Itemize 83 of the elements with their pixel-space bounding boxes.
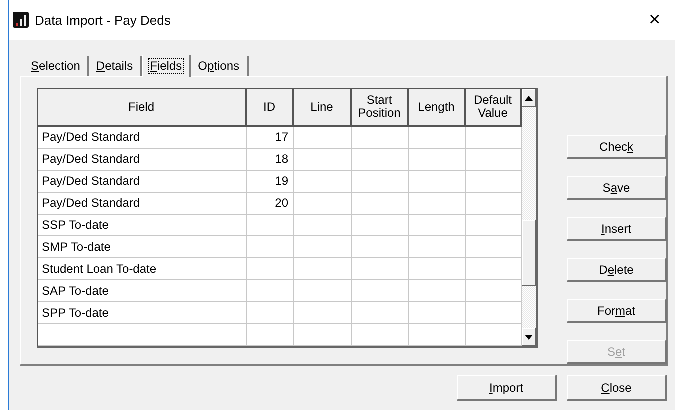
table-cell (351, 236, 408, 258)
table-cell (408, 280, 465, 302)
side-button[interactable]: Insert (567, 217, 667, 241)
table-cell (293, 236, 351, 258)
table-cell (351, 148, 408, 170)
table-cell (408, 324, 465, 346)
table-cell (246, 280, 293, 302)
tab[interactable]: Options (191, 56, 248, 76)
table-cell: 20 (246, 192, 293, 214)
up-arrow-icon (525, 96, 533, 100)
table-cell (351, 302, 408, 324)
column-header: Line (293, 89, 351, 126)
table-cell (465, 324, 521, 346)
table-cell (351, 214, 408, 236)
table-cell (351, 280, 408, 302)
table-cell (246, 258, 293, 280)
table-cell (408, 214, 465, 236)
tab[interactable]: Fields (142, 55, 192, 77)
scroll-up-button[interactable] (522, 89, 536, 107)
side-button[interactable]: Save (567, 176, 667, 200)
table-cell: 17 (246, 126, 293, 148)
table-cell (293, 280, 351, 302)
dialog-button[interactable]: Close (567, 375, 667, 401)
table-cell (408, 302, 465, 324)
table-cell (408, 192, 465, 214)
column-header: Default Value (465, 89, 521, 126)
table-cell: Pay/Ded Standard (38, 148, 246, 170)
table-cell (293, 214, 351, 236)
table-cell: 18 (246, 148, 293, 170)
table-cell (293, 302, 351, 324)
table-cell (465, 280, 521, 302)
column-header: ID (246, 89, 293, 126)
table-cell (293, 258, 351, 280)
table-cell (408, 258, 465, 280)
tab[interactable]: Selection (24, 56, 90, 76)
table-cell (465, 236, 521, 258)
side-button[interactable]: Delete (567, 258, 667, 282)
close-button[interactable]: × (635, 8, 675, 32)
table-cell (246, 236, 293, 258)
table-cell: SAP To-date (38, 280, 246, 302)
table-cell (293, 126, 351, 148)
table-cell: Student Loan To-date (38, 258, 246, 280)
window-title: Data Import - Pay Deds (35, 12, 172, 28)
table-cell (293, 148, 351, 170)
table-cell (351, 170, 408, 192)
scroll-down-button[interactable] (522, 328, 536, 346)
table-cell (293, 324, 351, 346)
column-header: Field (38, 89, 246, 126)
down-arrow-icon (525, 334, 533, 340)
table-cell: Pay/Ded Standard (38, 192, 246, 214)
table-cell (351, 126, 408, 148)
table-cell (465, 214, 521, 236)
table-cell (465, 258, 521, 280)
table-cell (408, 170, 465, 192)
table-cell: Pay/Ded Standard (38, 170, 246, 192)
table-cell (246, 324, 293, 346)
app-icon (13, 12, 29, 28)
table-cell: Pay/Ded Standard (38, 126, 246, 148)
table-cell (293, 192, 351, 214)
table-cell (408, 236, 465, 258)
table-cell (465, 170, 521, 192)
table-cell (351, 192, 408, 214)
dialog-button[interactable]: Import (457, 375, 557, 401)
table-cell (465, 148, 521, 170)
scroll-thumb[interactable] (522, 220, 536, 286)
table-cell: SMP To-date (38, 236, 246, 258)
table-cell (293, 170, 351, 192)
table-cell (465, 302, 521, 324)
column-header: Start Position (351, 89, 408, 126)
table-cell: SSP To-date (38, 214, 246, 236)
table-cell (246, 302, 293, 324)
table-cell (351, 258, 408, 280)
table-cell (465, 126, 521, 148)
side-button[interactable]: Check (567, 135, 667, 159)
table-cell (465, 192, 521, 214)
side-button[interactable]: Format (567, 299, 667, 323)
table-cell: 19 (246, 170, 293, 192)
table-cell (246, 214, 293, 236)
table-cell (408, 148, 465, 170)
table-cell (408, 126, 465, 148)
column-header: Length (408, 89, 465, 126)
table-cell (351, 324, 408, 346)
table-cell: SPP To-date (38, 302, 246, 324)
